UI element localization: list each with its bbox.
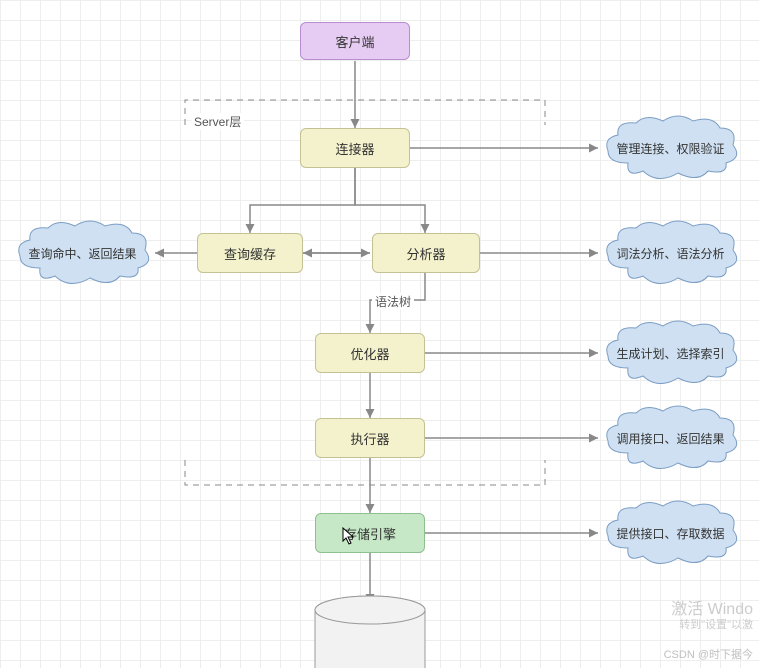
node-optimizer-label: 优化器 [350,344,389,363]
cloud-optimizer-text: 生成计划、选择索引 [612,345,728,362]
node-connector: 连接器 [300,128,410,168]
cloud-analyzer-note: 词法分析、语法分析 [598,218,743,288]
node-analyzer: 分析器 [372,233,480,273]
node-executor-label: 执行器 [350,429,389,448]
node-executor: 执行器 [315,418,425,458]
watermark-csdn: CSDN @时下据今 [664,646,753,662]
cloud-cache-text: 查询命中、返回结果 [24,245,140,262]
node-optimizer: 优化器 [315,333,425,373]
cloud-engine-text: 提供接口、存取数据 [612,525,728,542]
label-server-layer: Server层 [191,113,244,130]
cursor-icon [342,527,356,545]
cloud-optimizer-note: 生成计划、选择索引 [598,318,743,388]
node-engine: 存储引擎 [315,513,425,553]
node-client-label: 客户端 [335,32,374,51]
node-client: 客户端 [300,22,410,60]
node-cache: 查询缓存 [197,233,303,273]
label-syntax-tree: 语法树 [372,293,414,310]
watermark-activate-sub: 转到"设置"以激 [679,616,753,632]
node-analyzer-label: 分析器 [406,244,445,263]
cloud-analyzer-text: 词法分析、语法分析 [612,245,728,262]
node-connector-label: 连接器 [335,139,374,158]
node-cache-label: 查询缓存 [224,244,276,263]
cloud-executor-text: 调用接口、返回结果 [612,430,728,447]
cloud-cache-note: 查询命中、返回结果 [10,218,155,288]
cloud-connector-text: 管理连接、权限验证 [612,140,728,157]
cloud-engine-note: 提供接口、存取数据 [598,498,743,568]
cloud-executor-note: 调用接口、返回结果 [598,403,743,473]
cloud-connector-note: 管理连接、权限验证 [598,113,743,183]
